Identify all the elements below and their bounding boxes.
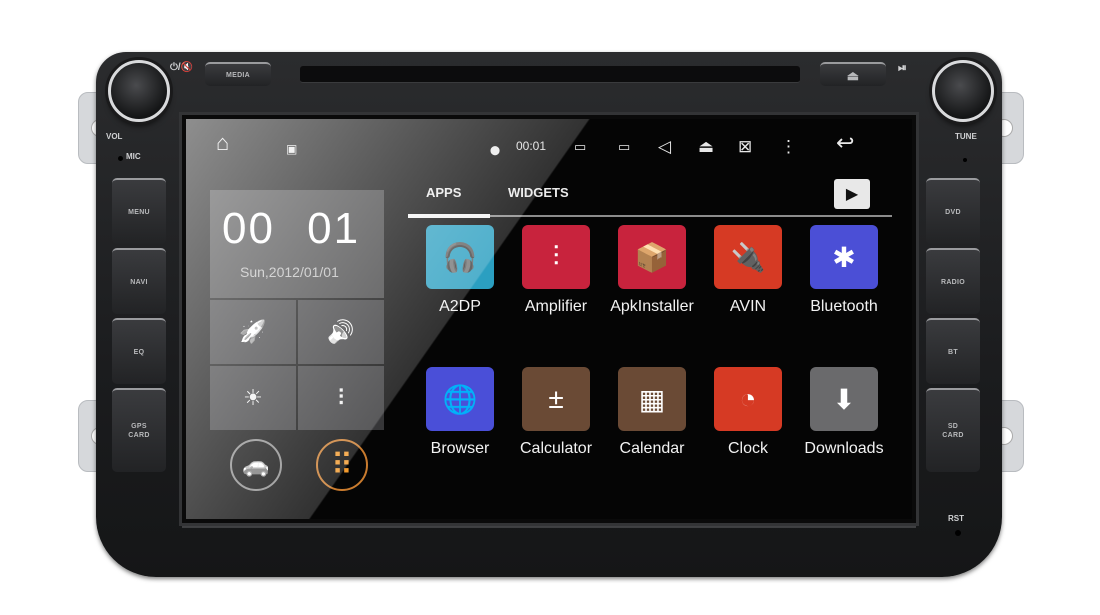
- app-label: Clock: [727, 440, 768, 457]
- tile-brightness[interactable]: ☀: [210, 366, 296, 430]
- play-store-button[interactable]: ▶: [834, 179, 870, 209]
- apkinstaller-glyph: 📦: [634, 241, 670, 273]
- tune-knob[interactable]: [932, 60, 994, 122]
- picture-icon: ▣: [286, 142, 298, 156]
- car-settings-button[interactable]: 🚗: [230, 439, 282, 491]
- status-time: 00:01: [516, 139, 547, 153]
- app-label: ApkInstaller: [610, 298, 694, 315]
- media-button[interactable]: MEDIA: [205, 62, 271, 86]
- app-clock[interactable]: ◔ Clock: [698, 367, 798, 458]
- app-apkinstaller[interactable]: 📦 ApkInstaller: [602, 225, 702, 316]
- eq-button[interactable]: EQ: [112, 318, 166, 384]
- recent-apps-icon[interactable]: ▭: [618, 137, 630, 157]
- a2dp-glyph: 🎧: [442, 241, 478, 273]
- apkinstaller-icon: 📦: [618, 225, 686, 289]
- app-label: Bluetooth: [810, 298, 878, 315]
- clock-icon: ◔: [714, 367, 782, 431]
- app-downloads[interactable]: ⬇ Downloads: [794, 367, 894, 458]
- mic-hole: [118, 156, 123, 161]
- a2dp-icon: 🎧: [426, 225, 494, 289]
- clock-time: 00 01: [222, 204, 361, 253]
- back-icon[interactable]: ↩: [836, 132, 854, 154]
- app-avin[interactable]: 🔌 AVIN: [698, 225, 798, 316]
- browser-icon: 🌐: [426, 367, 494, 431]
- app-label: Calendar: [619, 440, 685, 457]
- app-calendar[interactable]: ▦ Calendar: [602, 367, 702, 458]
- tune-hole: [963, 158, 967, 162]
- touch-screen: ⌂ ▣ ⬤ 00:01 ▭ ▭ ◁ ⏏ ⊠ ⋮ ↩ 00 01 Sun,2012…: [182, 115, 916, 523]
- all-apps-button[interactable]: ⠿: [316, 439, 368, 491]
- downloads-icon: ⬇: [810, 367, 878, 431]
- downloads-glyph: ⬇: [832, 383, 856, 415]
- navi-button[interactable]: NAVI: [112, 248, 166, 314]
- volume-icon: 🔊: [327, 319, 355, 344]
- bt-button[interactable]: BT: [926, 318, 980, 384]
- apps-grid-icon: ⠿: [331, 448, 353, 482]
- app-browser[interactable]: 🌐 Browser: [410, 367, 510, 458]
- calendar-icon: ▦: [618, 367, 686, 431]
- bluetooth-glyph: ✱: [832, 241, 856, 273]
- app-label: A2DP: [439, 298, 481, 315]
- screen-mirror-icon: ▭: [574, 139, 587, 154]
- play-pause-label: ⏯: [898, 62, 907, 74]
- browser-glyph: 🌐: [442, 383, 478, 415]
- rst-label: RST: [948, 514, 964, 523]
- equalizer-icon: ⫶: [338, 385, 344, 410]
- power-mute-label: ⏻/🔇: [170, 62, 194, 73]
- car-icon: 🚗: [242, 452, 270, 477]
- clock-glyph: ◔: [739, 383, 757, 414]
- tile-volume[interactable]: 🔊: [298, 300, 384, 364]
- volume-knob[interactable]: [108, 60, 170, 122]
- location-icon: ⬤: [490, 145, 501, 155]
- tab-active-indicator: [408, 214, 490, 218]
- amplifier-icon: ⫶: [522, 225, 590, 289]
- eject-button[interactable]: ⏏: [820, 62, 886, 86]
- tune-label: TUNE: [955, 132, 977, 141]
- amplifier-glyph: ⫶: [552, 240, 560, 272]
- app-label: Downloads: [804, 440, 884, 457]
- eject-icon[interactable]: ⏏: [698, 137, 714, 157]
- tab-apps[interactable]: APPS: [426, 185, 461, 200]
- bluetooth-icon: ✱: [810, 225, 878, 289]
- calendar-glyph: ▦: [638, 383, 666, 415]
- app-label: Browser: [430, 440, 490, 457]
- avin-icon: 🔌: [714, 225, 782, 289]
- tile-equalizer[interactable]: ⫶: [298, 366, 384, 430]
- vol-label: VOL: [106, 132, 123, 141]
- tile-rocket[interactable]: 🚀: [210, 300, 296, 364]
- sd-card-button[interactable]: SD CARD: [926, 388, 980, 472]
- rocket-icon: 🚀: [239, 319, 267, 344]
- app-label: AVIN: [729, 298, 767, 315]
- calculator-glyph: ±: [548, 383, 564, 414]
- app-calculator[interactable]: ± Calculator: [506, 367, 606, 458]
- app-a2dp[interactable]: 🎧 A2DP: [410, 225, 510, 316]
- app-amplifier[interactable]: ⫶ Amplifier: [506, 225, 606, 316]
- play-store-icon: ▶: [845, 186, 859, 203]
- avin-glyph: 🔌: [730, 241, 766, 273]
- calculator-icon: ±: [522, 367, 590, 431]
- tab-widgets[interactable]: WIDGETS: [508, 185, 569, 200]
- mic-label: MIC: [126, 152, 141, 161]
- menu-button[interactable]: MENU: [112, 178, 166, 244]
- app-label: Amplifier: [524, 298, 588, 315]
- gps-card-button[interactable]: GPS CARD: [112, 388, 166, 472]
- radio-button[interactable]: RADIO: [926, 248, 980, 314]
- clock-widget[interactable]: 00 01 Sun,2012/01/01: [210, 190, 384, 298]
- app-bluetooth[interactable]: ✱ Bluetooth: [794, 225, 894, 316]
- clock-date: Sun,2012/01/01: [240, 264, 339, 280]
- app-label: Calculator: [519, 440, 593, 457]
- screen-off-icon[interactable]: ⊠: [738, 137, 752, 157]
- disc-slot: [300, 66, 800, 83]
- more-options-icon[interactable]: ⋮: [780, 137, 797, 157]
- brightness-icon: ☀: [243, 385, 263, 410]
- home-icon[interactable]: ⌂: [216, 132, 229, 154]
- reset-hole[interactable]: [955, 530, 961, 536]
- dvd-button[interactable]: DVD: [926, 178, 980, 244]
- volume-down-icon[interactable]: ◁: [658, 137, 671, 157]
